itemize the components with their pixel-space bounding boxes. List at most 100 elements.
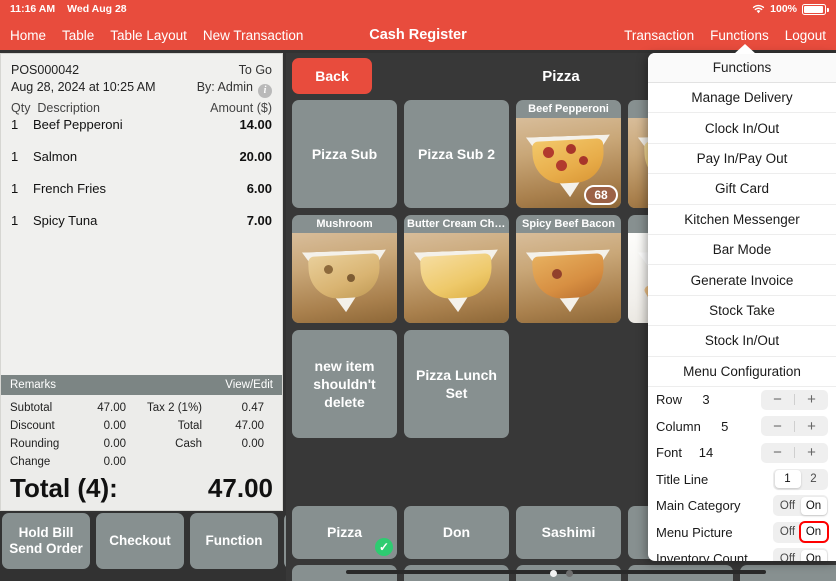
product-tile[interactable]: Pizza Lunch Set — [404, 330, 509, 438]
receipt-item-row[interactable]: 1 Beef Pepperoni 14.00 — [11, 117, 272, 149]
page-indicator-dots[interactable] — [286, 570, 836, 577]
page-dot-2[interactable] — [565, 570, 573, 577]
menu-item-manage-delivery[interactable]: Manage Delivery — [648, 83, 836, 114]
receipt-item-row[interactable]: 1 French Fries 6.00 — [11, 181, 272, 213]
menu-picture-off[interactable]: Off — [775, 523, 801, 541]
receipt-column-headers: Qty Description Amount ($) — [1, 100, 282, 115]
nav-transaction[interactable]: Transaction — [624, 28, 694, 43]
product-name: Beef Pepperoni — [528, 103, 609, 115]
title-line-option-1[interactable]: 1 — [774, 470, 801, 489]
inventory-count-label: Inventory Count — [656, 551, 748, 561]
checkout-button[interactable]: Checkout — [96, 513, 184, 569]
menu-item-clock-in-out[interactable]: Clock In/Out — [648, 113, 836, 144]
menu-item-gift-card[interactable]: Gift Card — [648, 174, 836, 205]
hold-bill-send-order-button[interactable]: Hold Bill Send Order — [2, 513, 90, 569]
main-category-toggle[interactable]: Off On — [773, 495, 828, 517]
receipt-items-list[interactable]: 1 Beef Pepperoni 14.00 1 Salmon 20.00 1 … — [1, 115, 282, 375]
menu-picture-toggle[interactable]: Off On — [773, 521, 829, 544]
grand-total-value: 47.00 — [207, 473, 273, 503]
font-stepper[interactable]: − + — [761, 442, 828, 463]
nav-bar: Home Table Table Layout New Transaction … — [0, 20, 836, 50]
row-plus-button[interactable]: + — [795, 391, 828, 408]
discount-label: Discount — [10, 420, 55, 432]
check-icon: ✓ — [375, 538, 393, 556]
menu-item-stock-in-out[interactable]: Stock In/Out — [648, 326, 836, 357]
config-row-row: Row 3 − + — [648, 387, 836, 414]
function-button[interactable]: Function — [190, 513, 278, 569]
menu-item-bar-mode[interactable]: Bar Mode — [648, 235, 836, 266]
font-label: Font — [656, 445, 683, 461]
column-stepper[interactable]: − + — [761, 416, 828, 437]
row-stepper[interactable]: − + — [761, 389, 828, 410]
receipt-item-row[interactable]: 1 Salmon 20.00 — [11, 149, 272, 181]
column-label: Column — [656, 418, 701, 434]
subtotal-label: Subtotal — [10, 402, 53, 414]
category-button-don[interactable]: Don — [404, 506, 509, 559]
category-label: Don — [442, 524, 471, 540]
config-row-menu-picture: Menu Picture Off On — [648, 519, 836, 546]
total-label: Total — [177, 420, 202, 432]
product-tile[interactable]: Spicy Beef Bacon — [516, 215, 621, 323]
item-qty: 1 — [11, 181, 19, 196]
subtotal-value: 47.00 — [97, 402, 126, 414]
column-plus-button[interactable]: + — [795, 418, 828, 435]
status-time: 11:16 AM — [10, 3, 56, 15]
item-amount: 14.00 — [239, 117, 272, 132]
product-image — [404, 233, 509, 323]
row-minus-button[interactable]: − — [761, 391, 794, 408]
menu-picture-on[interactable]: On — [798, 521, 829, 544]
product-name: Pizza Sub — [311, 146, 378, 162]
title-line-segmented-control[interactable]: 1 2 — [773, 468, 828, 490]
font-plus-button[interactable]: + — [795, 444, 828, 461]
product-tile[interactable]: Pizza Sub — [292, 100, 397, 208]
nav-logout[interactable]: Logout — [785, 28, 826, 43]
battery-percent: 100% — [770, 3, 797, 15]
page-dot-1[interactable] — [549, 570, 557, 577]
config-row-title-line: Title Line 1 2 — [648, 466, 836, 493]
product-tile[interactable]: Mushroom — [292, 215, 397, 323]
grand-total-label: Total (4): — [10, 473, 118, 503]
nav-functions[interactable]: Functions — [710, 28, 769, 43]
menu-item-stock-take[interactable]: Stock Take — [648, 296, 836, 327]
item-description: French Fries — [33, 181, 106, 196]
battery-icon — [802, 3, 829, 15]
item-amount: 7.00 — [246, 213, 272, 228]
product-name: Spicy Beef Bacon — [522, 218, 615, 230]
grand-total-row: Total (4): 47.00 — [1, 473, 282, 510]
item-description: Salmon — [33, 149, 78, 164]
info-icon[interactable]: i — [258, 84, 272, 98]
status-right-group: 100% — [752, 3, 829, 15]
inventory-count-toggle[interactable]: Off On — [773, 548, 828, 561]
menu-item-generate-invoice[interactable]: Generate Invoice — [648, 265, 836, 296]
product-tile[interactable]: Beef Pepperoni 68 — [516, 100, 621, 208]
view-edit-link[interactable]: View/Edit — [225, 379, 273, 391]
category-button-pizza[interactable]: Pizza ✓ — [292, 506, 397, 559]
main-category-off[interactable]: Off — [775, 497, 801, 515]
product-name: Mushroom — [316, 218, 373, 230]
col-amount: Amount ($) — [210, 101, 272, 115]
main-category-on[interactable]: On — [800, 496, 827, 515]
category-button-sashimi[interactable]: Sashimi — [516, 506, 621, 559]
column-minus-button[interactable]: − — [761, 418, 794, 435]
menu-item-pay-in-pay-out[interactable]: Pay In/Pay Out — [648, 144, 836, 175]
title-line-option-2[interactable]: 2 — [801, 470, 827, 488]
rounding-value: 0.00 — [103, 438, 126, 450]
remarks-label: Remarks — [10, 379, 57, 391]
inventory-count-on[interactable]: On — [800, 549, 827, 561]
inventory-count-off[interactable]: Off — [775, 550, 801, 561]
font-minus-button[interactable]: − — [761, 444, 794, 461]
product-tile[interactable]: Pizza Sub 2 — [404, 100, 509, 208]
remarks-bar[interactable]: Remarks View/Edit — [1, 375, 282, 395]
config-row-inventory-count: Inventory Count Off On — [648, 546, 836, 561]
title-line-label: Title Line — [656, 471, 709, 487]
status-date: Wed Aug 28 — [67, 3, 127, 15]
product-tile[interactable]: Butter Cream Chick... — [404, 215, 509, 323]
row-label: Row — [656, 392, 683, 408]
top-red-bar: 11:16 AM Wed Aug 28 100% Home Table Tabl… — [0, 0, 836, 50]
cash-label: Cash — [175, 438, 202, 450]
product-image: 68 — [516, 118, 621, 208]
menu-item-kitchen-messenger[interactable]: Kitchen Messenger — [648, 205, 836, 235]
config-row-font: Font 14 − + — [648, 440, 836, 467]
receipt-item-row[interactable]: 1 Spicy Tuna 7.00 — [11, 213, 272, 245]
product-tile[interactable]: new item shouldn't delete — [292, 330, 397, 438]
